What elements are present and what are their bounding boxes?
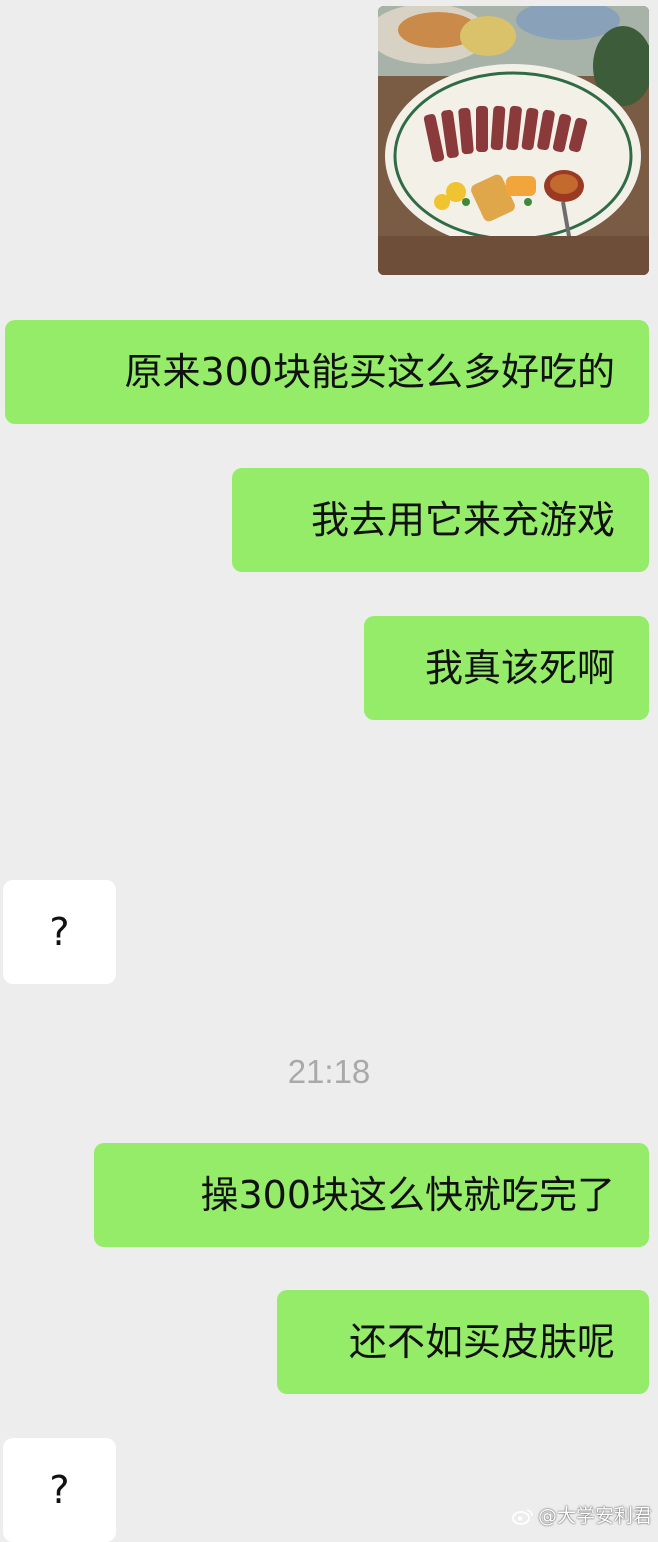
message-bubble-outgoing[interactable]: 操300块这么快就吃完了	[94, 1143, 649, 1247]
chat-view: 原来300块能买这么多好吃的 我去用它来充游戏 我真该死啊 ? 21:18 操3…	[0, 0, 658, 1542]
message-bubble-outgoing[interactable]: 我真该死啊	[364, 616, 649, 720]
message-bubble-incoming[interactable]: ?	[3, 1438, 116, 1542]
message-text: 原来300块能买这么多好吃的	[124, 350, 615, 394]
message-text: 我真该死啊	[424, 646, 615, 690]
watermark: @大学安利君	[512, 1504, 652, 1528]
message-bubble-incoming[interactable]: ?	[3, 880, 116, 984]
weibo-logo-icon	[512, 1509, 533, 1525]
message-bubble-outgoing[interactable]: 我去用它来充游戏	[232, 468, 649, 572]
message-bubble-outgoing[interactable]: 还不如买皮肤呢	[277, 1290, 649, 1394]
watermark-text: @大学安利君	[537, 1505, 652, 1527]
food-photo-message[interactable]	[378, 6, 649, 275]
message-text: 还不如买皮肤呢	[348, 1320, 615, 1364]
message-bubble-outgoing[interactable]: 原来300块能买这么多好吃的	[5, 320, 649, 424]
message-text: 操300块这么快就吃完了	[200, 1173, 615, 1217]
message-text: ?	[49, 910, 70, 954]
food-photo-image	[378, 6, 649, 275]
message-text: 我去用它来充游戏	[310, 498, 615, 542]
message-text: ?	[49, 1468, 70, 1512]
message-timestamp: 21:18	[287, 1053, 371, 1090]
